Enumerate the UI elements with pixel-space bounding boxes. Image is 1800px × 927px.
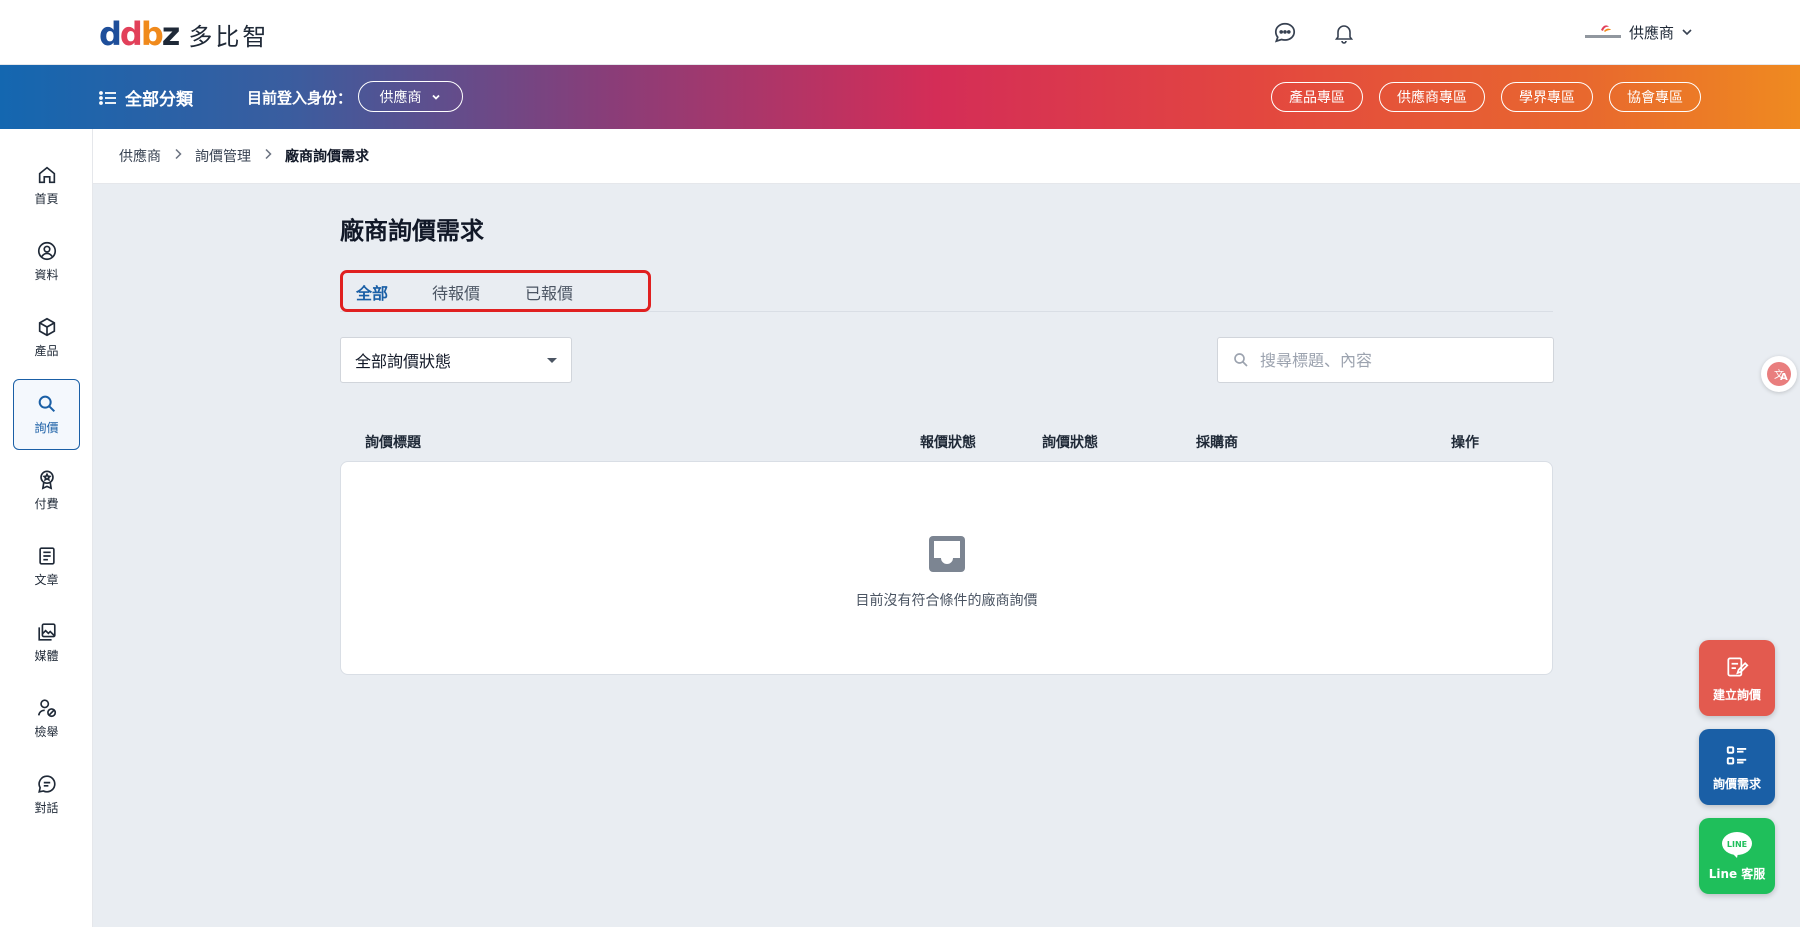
brand-name: 多比智 (188, 22, 270, 51)
inquiry-status-select[interactable]: 全部詢價狀態 (340, 337, 572, 383)
sidebar-item-home[interactable]: 首頁 (13, 150, 80, 221)
top-header: ddbz 多比智 供應商 (0, 0, 1800, 65)
role-value: 供應商 (379, 89, 422, 106)
page-title: 廠商詢價需求 (340, 217, 484, 245)
search-icon (1234, 353, 1248, 367)
column-header-buyer: 採購商 (1196, 435, 1238, 451)
sidebar-item-chat[interactable]: 對話 (13, 759, 80, 830)
line-icon-text: LINE (1727, 840, 1747, 849)
sidebar-item-media[interactable]: 媒體 (13, 607, 80, 678)
sidebar-item-report[interactable]: 檢舉 (13, 683, 80, 754)
checklist-icon (1726, 745, 1747, 765)
zone-pill-suppliers[interactable]: 供應商專區 (1379, 82, 1485, 112)
sidebar-item-label: 首頁 (34, 192, 59, 206)
chat-icon[interactable] (1270, 18, 1300, 48)
translate-icon: 文 A (1767, 362, 1791, 386)
caret-down-icon (547, 357, 557, 363)
report-user-icon (37, 699, 56, 718)
create-inquiry-label: 建立詢價 (1712, 687, 1761, 702)
sidebar-item-label: 詢價 (34, 421, 59, 435)
search-box (1217, 337, 1554, 383)
chat-bubble-icon (37, 775, 56, 793)
article-icon (38, 547, 55, 565)
all-categories-button[interactable]: 全部分類 (99, 85, 193, 110)
bell-icon[interactable] (1329, 18, 1359, 48)
list-icon (99, 90, 116, 105)
column-header-quote-status: 報價狀態 (920, 435, 976, 451)
column-header-inquiry-status: 詢價狀態 (1042, 435, 1098, 451)
sidebar-item-label: 對話 (34, 801, 59, 815)
company-logo-icon (1583, 20, 1623, 44)
inbox-icon (929, 536, 965, 572)
edit-note-icon (1727, 656, 1749, 677)
badge-icon (39, 470, 54, 490)
user-menu[interactable]: 供應商 (1583, 20, 1694, 44)
table-header: 詢價標題 報價狀態 詢價狀態 採購商 操作 (340, 430, 1553, 452)
breadcrumb-item-supplier[interactable]: 供應商 (119, 146, 161, 166)
category-band: 全部分類 目前登入身份： 供應商 產品專區 供應商專區 學界專區 協會專區 (0, 65, 1800, 129)
sidebar-item-profile[interactable]: 資料 (13, 226, 80, 297)
chevron-down-icon (1682, 29, 1692, 36)
sidebar-item-label: 媒體 (34, 649, 59, 663)
line-support-button[interactable]: LINE Line 客服 (1699, 818, 1775, 894)
column-header-actions: 操作 (1451, 435, 1479, 451)
zone-pill-academia[interactable]: 學界專區 (1501, 82, 1593, 112)
empty-state-text: 目前沒有符合條件的廠商詢價 (855, 593, 1038, 609)
inquiry-status-value: 全部詢價狀態 (355, 352, 452, 371)
zone-links: 產品專區 供應商專區 學界專區 協會專區 (1271, 82, 1701, 112)
line-support-label: Line 客服 (1708, 866, 1766, 881)
breadcrumb-item-inquiry-management[interactable]: 詢價管理 (195, 146, 251, 166)
table-body: 目前沒有符合條件的廠商詢價 (340, 461, 1553, 675)
line-icon: LINE (1722, 831, 1752, 858)
sidebar-item-label: 付費 (34, 497, 59, 511)
zone-pill-products[interactable]: 產品專區 (1271, 82, 1363, 112)
logo-mark: ddbz (99, 15, 180, 53)
sidebar-item-label: 資料 (34, 268, 59, 282)
all-categories-label: 全部分類 (125, 90, 193, 110)
sidebar-item-inquiry[interactable]: 詢價 (13, 379, 80, 450)
translate-button[interactable]: 文 A (1761, 356, 1797, 392)
box-icon (38, 317, 55, 337)
sidebar: 首頁 資料 產品 詢價 付費 文章 媒體 檢舉 對話 (0, 129, 93, 927)
brand-logo[interactable]: ddbz 多比智 (99, 15, 270, 53)
tabs-highlight-annotation (340, 270, 651, 312)
breadcrumb-item-current: 廠商詢價需求 (285, 149, 369, 165)
role-label: 目前登入身份： (247, 89, 353, 107)
zone-pill-associations[interactable]: 協會專區 (1609, 82, 1701, 112)
sidebar-item-articles[interactable]: 文章 (13, 531, 80, 602)
inquiry-requests-button[interactable]: 詢價需求 (1699, 729, 1775, 805)
sidebar-item-label: 文章 (34, 573, 59, 587)
svg-text:A: A (1780, 372, 1788, 383)
home-icon (38, 166, 55, 184)
sidebar-item-payment[interactable]: 付費 (13, 455, 80, 526)
create-inquiry-button[interactable]: 建立詢價 (1699, 640, 1775, 716)
sidebar-item-label: 檢舉 (34, 725, 59, 739)
user-circle-icon (37, 241, 56, 261)
chevron-down-icon (431, 94, 440, 100)
search-input[interactable] (1260, 350, 1530, 370)
column-header-title: 詢價標題 (365, 435, 421, 451)
search-icon (38, 395, 55, 413)
role-select[interactable]: 供應商 (358, 81, 463, 112)
chevron-right-icon (263, 148, 273, 164)
sidebar-item-label: 產品 (34, 344, 59, 358)
breadcrumb: 供應商 詢價管理 廠商詢價需求 (93, 129, 1800, 184)
chevron-right-icon (173, 148, 183, 164)
user-name: 供應商 (1628, 23, 1674, 42)
media-icon (37, 623, 56, 641)
sidebar-item-products[interactable]: 產品 (13, 302, 80, 373)
inquiry-requests-label: 詢價需求 (1712, 776, 1761, 791)
